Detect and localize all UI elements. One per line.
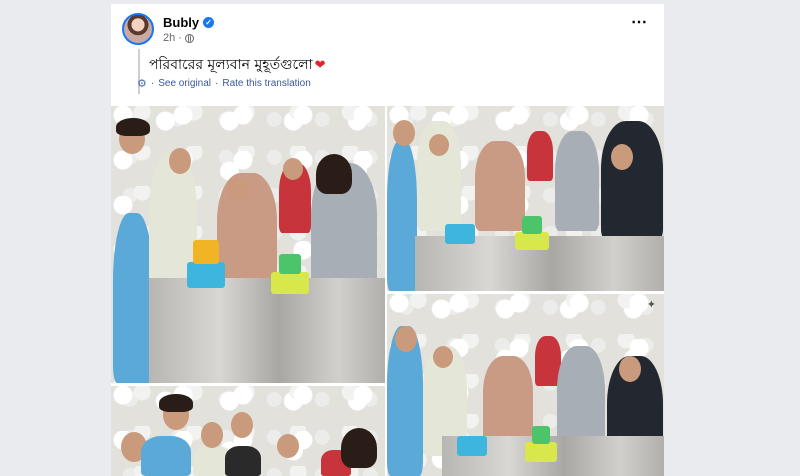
heart-emoji: ❤: [314, 57, 326, 73]
child-figure: [527, 131, 553, 181]
post-caption: পরিবারের মূল্যবান মুহূর্তগুলো ❤: [149, 53, 326, 77]
person-head: [395, 326, 417, 352]
translation-bar: ⚙ · See original · Rate this translation: [137, 77, 311, 90]
cake-tier: [279, 254, 301, 274]
rate-translation-link[interactable]: Rate this translation: [222, 78, 310, 89]
cake-table: [149, 277, 385, 383]
cake-tier: [525, 442, 557, 462]
person-hair: [159, 394, 193, 412]
author-name[interactable]: Bubly: [163, 15, 199, 30]
person-hair: [341, 428, 377, 468]
translate-separator-1: ·: [150, 78, 155, 89]
person-head: [433, 346, 453, 368]
person-head: [619, 356, 641, 382]
person-figure: [141, 436, 191, 476]
cake-tier: [522, 216, 542, 234]
person-figure: [475, 141, 525, 231]
translate-separator-2: ·: [215, 78, 219, 89]
person-figure: [601, 121, 663, 241]
family-photo-1[interactable]: [111, 106, 385, 383]
cake-tier: [445, 224, 475, 244]
person-head: [393, 120, 415, 146]
person-head: [169, 148, 191, 174]
cake-tier: [532, 426, 550, 444]
cake-topper: [193, 240, 219, 264]
photo-grid: ✦: [111, 106, 664, 476]
watermark-icon: ✦: [646, 299, 656, 311]
person-head: [227, 178, 249, 202]
person-figure: [387, 141, 417, 291]
person-head: [429, 134, 449, 156]
person-figure: [225, 446, 261, 476]
cake-tier: [271, 272, 309, 294]
post-meta: 2h ·: [163, 32, 194, 44]
facebook-post: Bubly ✓ 2h · ⋯ পরিবারের মূল্যবান মুহূর্ত…: [111, 4, 664, 476]
cake-tier: [187, 262, 225, 288]
person-hair: [116, 118, 150, 136]
author-row: Bubly ✓: [163, 15, 215, 30]
child-head: [283, 158, 303, 180]
cake-tier: [457, 436, 487, 456]
author-avatar[interactable]: [122, 13, 154, 45]
family-photo-2[interactable]: [387, 106, 664, 291]
caption-block: পরিবারের মূল্যবান মুহূর্তগুলো ❤ ⚙ · See …: [137, 49, 500, 94]
caption-text: পরিবারের মূল্যবান মুহূর্তগুলো: [149, 57, 313, 73]
person-figure: [555, 131, 599, 231]
family-photo-3[interactable]: ✦: [387, 294, 664, 476]
person-head: [277, 434, 299, 458]
cake-tier: [515, 232, 549, 250]
post-time[interactable]: 2h: [163, 32, 175, 44]
family-photo-4[interactable]: [111, 386, 385, 476]
gear-icon: ⚙: [137, 78, 147, 90]
see-original-link[interactable]: See original: [158, 78, 211, 89]
person-hair: [316, 154, 352, 194]
meta-separator: ·: [178, 32, 182, 44]
globe-icon[interactable]: [184, 33, 194, 43]
person-head: [201, 422, 223, 448]
person-head: [611, 144, 633, 170]
person-figure: [483, 356, 533, 446]
person-figure: [113, 213, 153, 383]
verified-badge-icon: ✓: [203, 17, 215, 28]
more-options-icon[interactable]: ⋯: [631, 15, 648, 31]
person-head: [231, 412, 253, 438]
